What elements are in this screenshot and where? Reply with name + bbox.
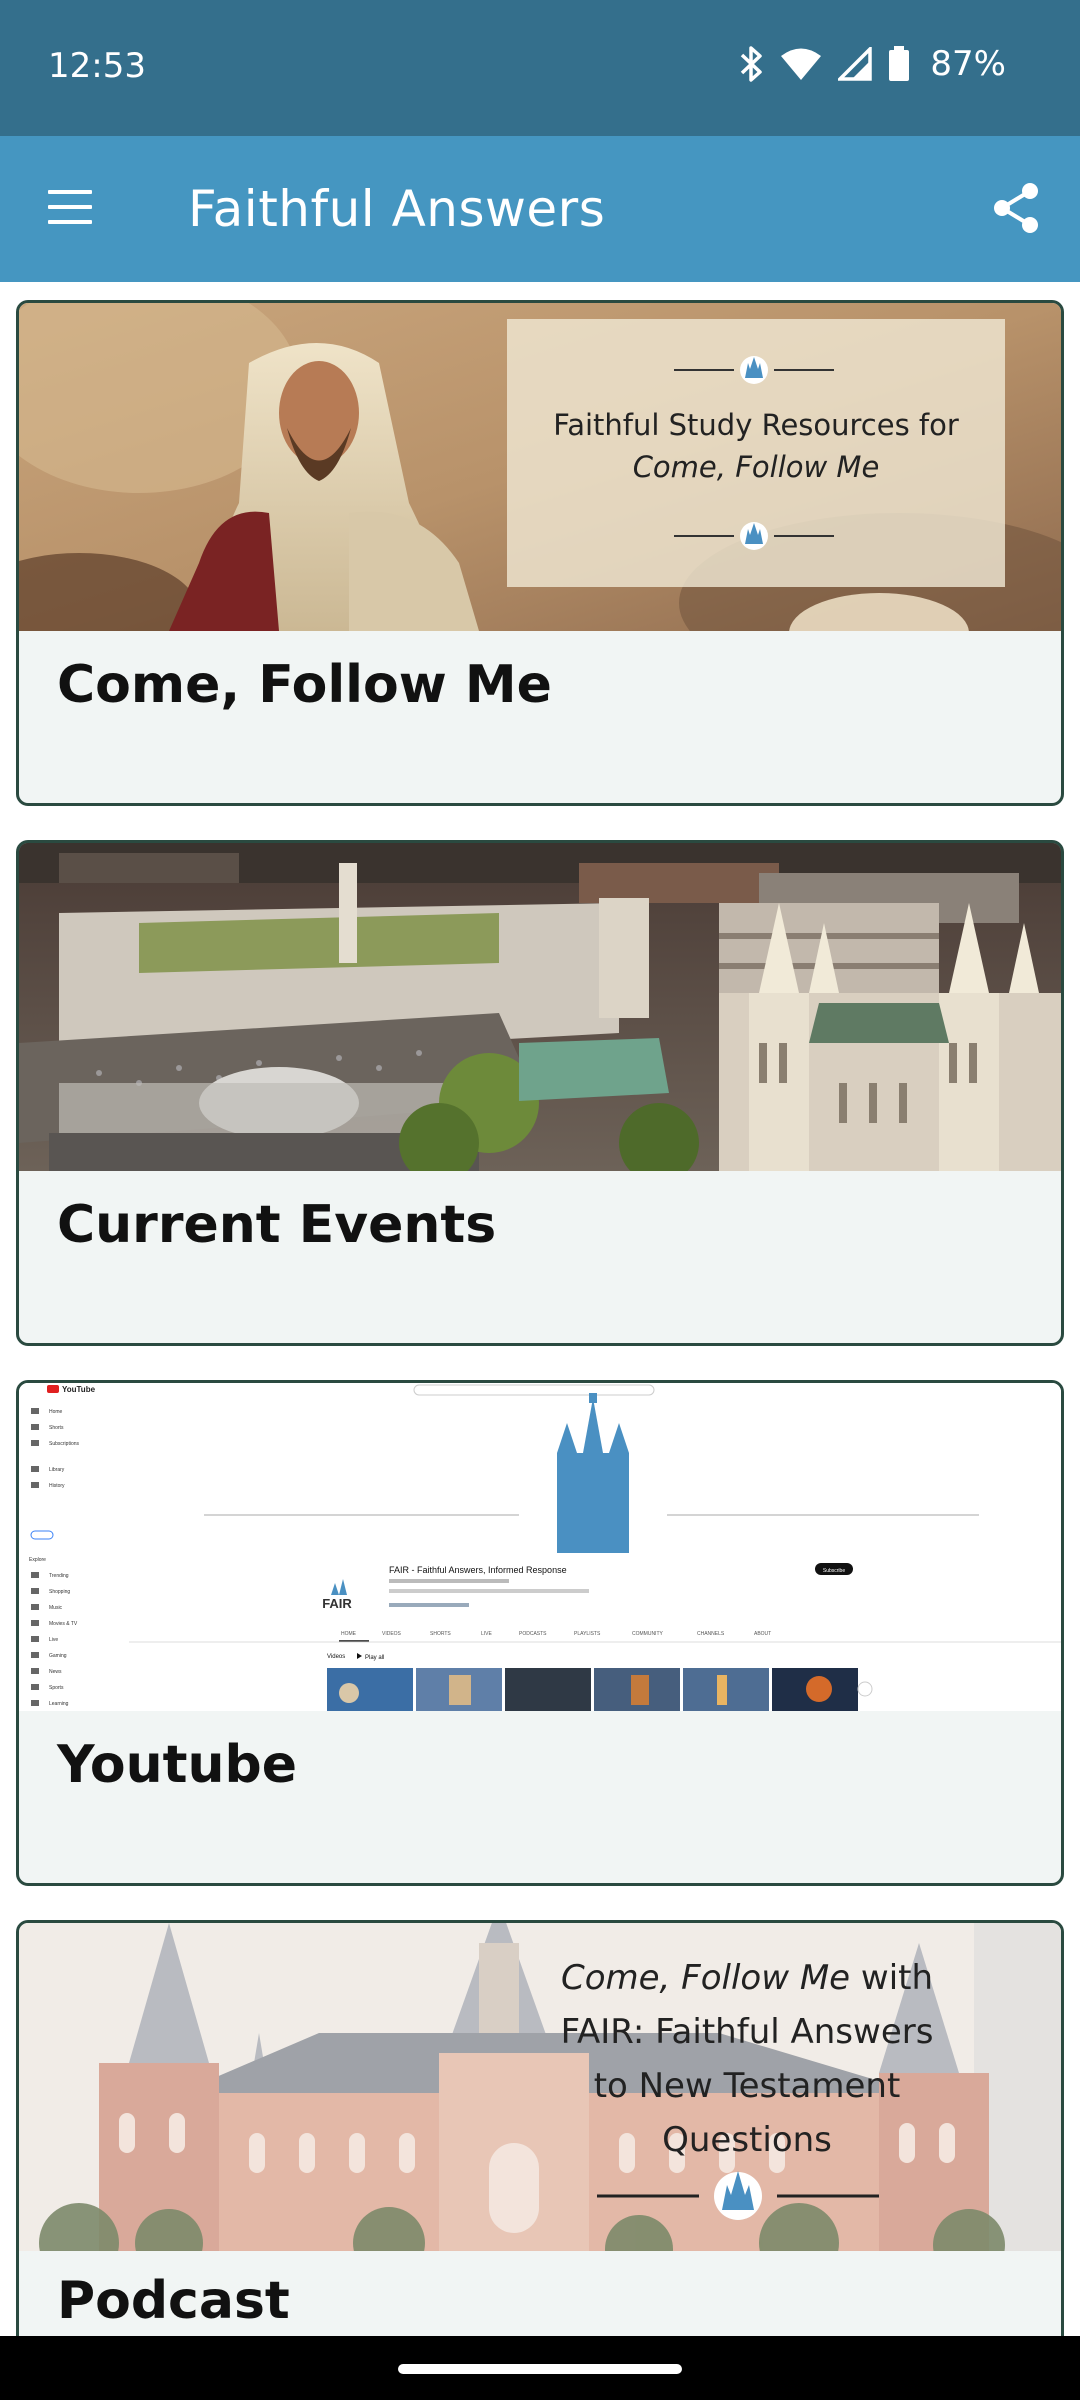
yt-tab: HOME <box>341 1631 357 1637</box>
yt-tab: CHANNELS <box>697 1631 725 1637</box>
podcast-cover-image: Come, Follow Me with FAIR: Faithful Answ… <box>19 1923 1061 2251</box>
card-current-events[interactable]: Current Events <box>16 840 1064 1346</box>
card-podcast[interactable]: Come, Follow Me with FAIR: Faithful Answ… <box>16 1920 1064 2336</box>
app-title: Faithful Answers <box>188 180 606 238</box>
yt-sidebar-item: Trending <box>49 1573 69 1579</box>
overlay-line-1: Faithful Study Resources for <box>553 408 959 442</box>
card-feed[interactable]: Faithful Study Resources for Come, Follo… <box>0 282 1080 2336</box>
wifi-icon <box>781 48 822 80</box>
podcast-overlay-line-1b: with <box>850 1958 933 1998</box>
yt-section-title: Videos <box>327 1654 345 1660</box>
home-gesture-handle[interactable] <box>398 2364 682 2374</box>
podcast-overlay-line-4: Questions <box>662 2120 832 2160</box>
yt-sidebar-item: Subscriptions <box>49 1441 80 1447</box>
yt-channel-name: FAIR - Faithful Answers, Informed Respon… <box>389 1565 567 1575</box>
yt-sidebar-item: Sports <box>49 1685 64 1691</box>
navigation-bar <box>0 2336 1080 2400</box>
share-icon[interactable] <box>988 180 1044 236</box>
status-time: 12:53 <box>48 46 146 86</box>
yt-subscribe-button: Subscribe <box>823 1568 845 1574</box>
card-come-follow-me[interactable]: Faithful Study Resources for Come, Follo… <box>16 300 1064 806</box>
yt-sidebar-item: Library <box>49 1467 65 1473</box>
card-image-youtube: YouTube Home Shorts Subscriptions Librar… <box>19 1383 1061 1711</box>
yt-tab: PODCASTS <box>519 1631 547 1637</box>
podcast-overlay-line-1: Come, Follow Me with <box>561 1958 933 1998</box>
yt-logo-text: YouTube <box>62 1385 96 1394</box>
card-image-current-events <box>19 843 1061 1171</box>
yt-play-all: Play all <box>365 1655 384 1661</box>
yt-tab: PLAYLISTS <box>574 1631 601 1637</box>
youtube-channel-screenshot: YouTube Home Shorts Subscriptions Librar… <box>19 1383 1061 1711</box>
status-bar: 12:53 87% <box>0 0 1080 136</box>
card-title: Come, Follow Me <box>57 655 552 715</box>
yt-tab: ABOUT <box>754 1631 771 1637</box>
podcast-overlay-line-3: to New Testament <box>594 2066 901 2106</box>
yt-sidebar-item: Learning <box>49 1701 69 1707</box>
yt-sidebar-item: Movies & TV <box>49 1621 78 1627</box>
yt-sidebar-item: News <box>49 1669 62 1675</box>
yt-tab: LIVE <box>481 1631 493 1637</box>
signal-icon <box>838 47 873 81</box>
painting-image: Faithful Study Resources for Come, Follo… <box>19 303 1061 631</box>
card-image-podcast: Come, Follow Me with FAIR: Faithful Answ… <box>19 1923 1061 2251</box>
yt-sidebar-item: Shorts <box>49 1425 64 1431</box>
card-title: Current Events <box>57 1195 497 1255</box>
yt-tab: VIDEOS <box>382 1631 402 1637</box>
overlay-line-2: Come, Follow Me <box>633 450 880 484</box>
battery-percent: 87% <box>930 44 1006 84</box>
app-bar: Faithful Answers <box>0 136 1080 282</box>
bluetooth-icon <box>741 46 763 82</box>
card-image-come-follow-me: Faithful Study Resources for Come, Follo… <box>19 303 1061 631</box>
yt-sidebar-item: Music <box>49 1605 63 1611</box>
yt-sidebar-item: Gaming <box>49 1653 67 1659</box>
podcast-overlay-line-2: FAIR: Faithful Answers <box>561 2012 934 2052</box>
temple-square-photo <box>19 843 1061 1171</box>
yt-sidebar-item: Home <box>49 1409 63 1415</box>
yt-tab: SHORTS <box>430 1631 451 1637</box>
status-icons: 87% <box>738 44 1006 84</box>
yt-sidebar-item: History <box>49 1483 65 1489</box>
yt-channel-logo-text: FAIR <box>322 1596 352 1611</box>
yt-sidebar-item: Shopping <box>49 1589 70 1595</box>
card-title: Podcast <box>57 2271 290 2331</box>
card-title: Youtube <box>57 1735 297 1795</box>
battery-icon <box>889 46 910 81</box>
yt-sidebar-item: Live <box>49 1637 58 1643</box>
yt-sidebar-item: Explore <box>29 1557 46 1563</box>
card-youtube[interactable]: YouTube Home Shorts Subscriptions Librar… <box>16 1380 1064 1886</box>
podcast-overlay-line-1a: Come, Follow Me <box>561 1958 850 1998</box>
yt-tab: COMMUNITY <box>632 1631 663 1637</box>
menu-icon[interactable] <box>48 190 92 228</box>
